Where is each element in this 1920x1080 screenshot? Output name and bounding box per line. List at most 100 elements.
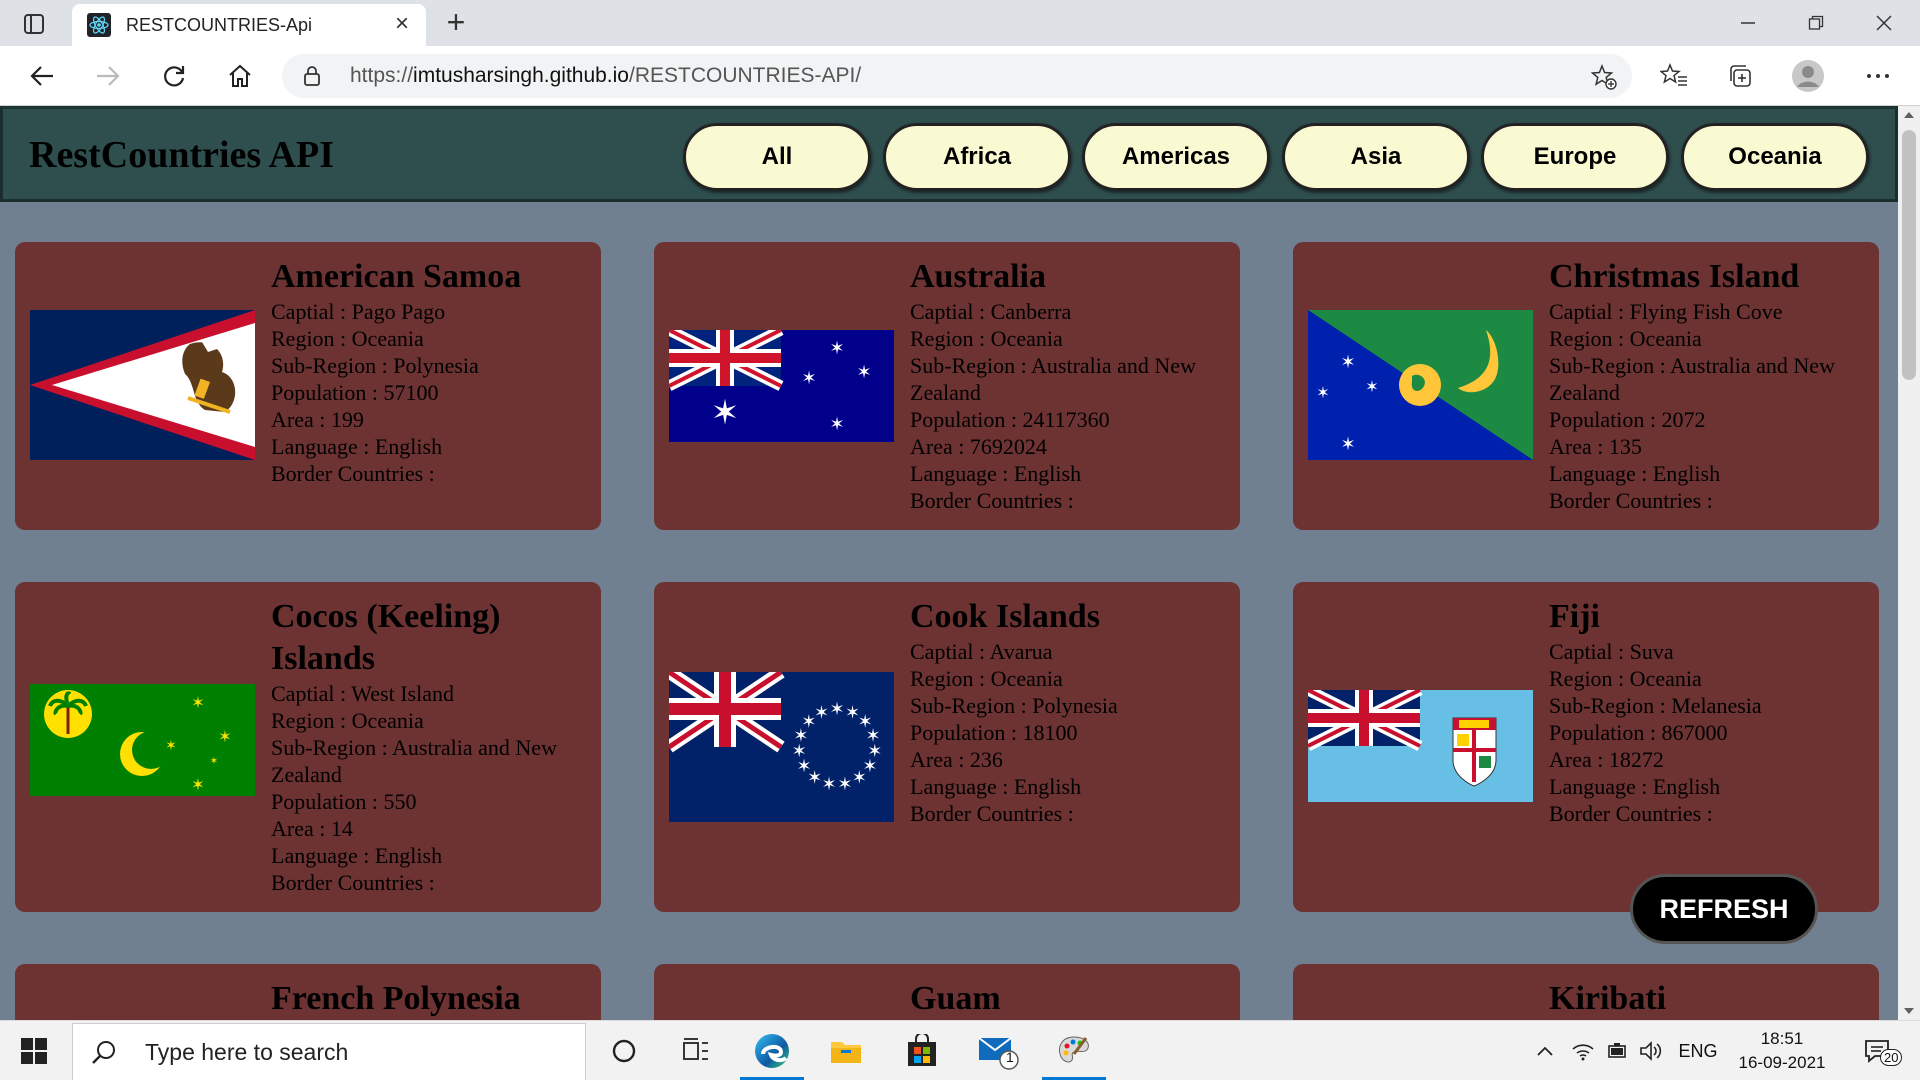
capital-line: Captial : West Island (271, 680, 593, 707)
forward-arrow-icon[interactable] (90, 58, 126, 94)
search-placeholder: Type here to search (145, 1038, 349, 1065)
lock-icon[interactable] (302, 65, 330, 87)
refresh-icon[interactable] (156, 58, 192, 94)
area-label: Area : (1549, 747, 1609, 772)
taskbar-search-box[interactable]: Type here to search (72, 1023, 586, 1080)
borders-line: Border Countries : (910, 487, 1232, 514)
capital-line: Captial : Avarua (910, 638, 1232, 665)
svg-text:✶: ✶ (1365, 377, 1378, 396)
page-scrollbar[interactable] (1898, 106, 1920, 1020)
capital-label: Captial : (910, 299, 991, 324)
region-line: Region : Oceania (1549, 325, 1871, 352)
population-label: Population : (910, 720, 1023, 745)
paint-icon[interactable] (1038, 1021, 1110, 1080)
more-options-icon[interactable] (1860, 58, 1896, 94)
tab-actions-icon[interactable] (18, 10, 50, 38)
file-explorer-icon[interactable] (810, 1021, 882, 1080)
country-card: American Samoa Captial : Pago Pago Regio… (15, 242, 601, 530)
close-tab-icon[interactable]: × (390, 12, 414, 37)
language-line: Language : English (271, 842, 593, 869)
region-value: Oceania (1629, 666, 1702, 691)
country-card: Fiji Captial : Suva Region : Oceania Sub… (1293, 582, 1879, 912)
country-name: Guam (910, 980, 1001, 1017)
volume-icon[interactable] (1636, 1035, 1666, 1067)
refresh-button[interactable]: REFRESH (1630, 874, 1818, 944)
borders-label: Border Countries : (271, 461, 435, 486)
mail-icon[interactable]: 1 (962, 1021, 1034, 1080)
language-value: English (374, 434, 443, 459)
country-info: Christmas Island Captial : Flying Fish C… (1549, 256, 1871, 514)
minimize-icon[interactable] (1726, 6, 1770, 40)
region-button-europe[interactable]: Europe (1481, 123, 1669, 191)
country-card: ✶ ✶ ✶ ✶ Christmas Island Captial : Flying F… (1293, 242, 1879, 530)
close-window-icon[interactable] (1862, 6, 1906, 40)
population-label: Population : (910, 407, 1023, 432)
restore-icon[interactable] (1794, 6, 1838, 40)
subregion-label: Sub-Region : (910, 693, 1033, 718)
battery-icon[interactable] (1602, 1035, 1632, 1067)
region-line: Region : Oceania (271, 707, 593, 734)
url-path: /RESTCOUNTRIES-API/ (629, 64, 862, 87)
country-info: French Polynesia (271, 978, 593, 1020)
borders-line: Border Countries : (910, 800, 1232, 827)
subregion-line: Sub-Region : Melanesia (1549, 692, 1871, 719)
notification-count: 20 (1880, 1049, 1903, 1066)
capital-line: Captial : Flying Fish Cove (1549, 298, 1871, 325)
region-value: Oceania (990, 666, 1063, 691)
scroll-thumb[interactable] (1902, 130, 1916, 380)
subregion-label: Sub-Region : (1549, 693, 1672, 718)
area-line: Area : 18272 (1549, 746, 1871, 773)
country-name: Cocos (Keeling) Islands (271, 598, 501, 677)
scroll-down-arrow-icon[interactable] (1903, 1006, 1915, 1016)
add-favorite-icon[interactable] (1590, 63, 1618, 91)
area-line: Area : 135 (1549, 433, 1871, 460)
svg-text:✶: ✶ (711, 393, 740, 433)
cocos-islands-flag: ✶ ✶ ✶ ✶ ✶ (30, 684, 255, 796)
borders-line: Border Countries : (271, 460, 593, 487)
area-label: Area : (910, 434, 970, 459)
country-name: Australia (910, 258, 1046, 295)
language-label: Language : (910, 461, 1014, 486)
edge-browser-icon[interactable] (736, 1021, 808, 1080)
home-icon[interactable] (222, 58, 258, 94)
taskbar-clock[interactable]: 18:51 16-09-2021 (1728, 1027, 1836, 1075)
country-name: Fiji (1549, 598, 1600, 635)
region-label: Region : (1549, 326, 1630, 351)
cortana-icon[interactable] (588, 1021, 660, 1080)
address-bar[interactable]: https://imtusharsingh.github.io/RESTCOUN… (282, 54, 1632, 98)
population-label: Population : (271, 380, 384, 405)
region-button-oceania[interactable]: Oceania (1681, 123, 1869, 191)
microsoft-store-icon[interactable] (886, 1021, 958, 1080)
region-button-asia[interactable]: Asia (1282, 123, 1470, 191)
svg-text:✶: ✶ (210, 756, 218, 767)
browser-tab[interactable]: RESTCOUNTRIES-Api × (72, 4, 426, 46)
notifications-icon[interactable]: 20 (1852, 1031, 1903, 1071)
population-value: 18100 (1022, 720, 1078, 745)
region-button-all[interactable]: All (683, 123, 871, 191)
favorites-icon[interactable] (1656, 58, 1692, 94)
show-hidden-icons-icon[interactable] (1530, 1035, 1560, 1067)
collections-icon[interactable] (1722, 58, 1758, 94)
christmas-island-flag: ✶ ✶ ✶ ✶ (1308, 310, 1533, 460)
windows-start-icon[interactable] (14, 1031, 54, 1071)
profile-avatar-icon[interactable] (1790, 58, 1826, 94)
region-button-africa[interactable]: Africa (883, 123, 1071, 191)
capital-value: Avarua (989, 639, 1053, 664)
language-value: English (1652, 774, 1721, 799)
language-line: Language : English (1549, 773, 1871, 800)
scroll-up-arrow-icon[interactable] (1903, 110, 1915, 120)
back-arrow-icon[interactable] (24, 58, 60, 94)
region-label: Region : (910, 666, 991, 691)
input-language[interactable]: ENG (1674, 1035, 1722, 1067)
new-tab-icon[interactable]: + (440, 6, 472, 40)
population-label: Population : (271, 789, 384, 814)
url-scheme: https:// (350, 64, 414, 87)
capital-label: Captial : (1549, 639, 1630, 664)
region-button-americas[interactable]: Americas (1082, 123, 1270, 191)
area-value: 14 (330, 816, 353, 841)
task-view-icon[interactable] (660, 1021, 732, 1080)
subregion-line: Sub-Region : Polynesia (910, 692, 1232, 719)
wifi-icon[interactable] (1568, 1035, 1598, 1067)
country-info: American Samoa Captial : Pago Pago Regio… (271, 256, 593, 487)
borders-label: Border Countries : (910, 488, 1074, 513)
